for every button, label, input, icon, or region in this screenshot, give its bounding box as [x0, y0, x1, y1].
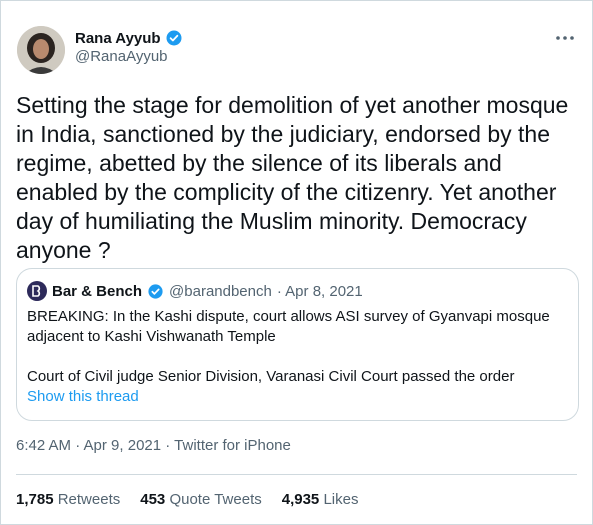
likes-label: Likes: [323, 491, 359, 508]
author-handle[interactable]: @RanaAyyub: [75, 48, 168, 65]
quote-tweets-stat[interactable]: 453 Quote Tweets: [140, 491, 261, 508]
likes-stat[interactable]: 4,935 Likes: [282, 491, 359, 508]
likes-count: 4,935: [281, 491, 320, 508]
quote-tweets-count: 453: [140, 491, 166, 508]
quoted-text-line-2: Court of Civil judge Senior Division, Va…: [27, 368, 515, 385]
quoted-text-line-1: BREAKING: In the Kashi dispute, court al…: [27, 308, 550, 345]
retweets-count: 1,785: [16, 491, 54, 508]
engagement-stats: 1,785 Retweets 453 Quote Tweets 4,935 Li…: [16, 491, 358, 508]
quoted-tweet-text: BREAKING: In the Kashi dispute, court al…: [27, 307, 567, 387]
bar-and-bench-logo-icon: [32, 285, 41, 297]
verified-badge-icon: [165, 29, 183, 47]
quoted-author-name: Bar & Bench: [52, 282, 143, 300]
quote-tweets-label: Quote Tweets: [169, 491, 262, 508]
quoted-author-avatar: [27, 281, 47, 301]
author-avatar[interactable]: [17, 26, 65, 74]
author-name-row: Rana Ayyub: [75, 29, 183, 47]
quoted-tweet-date: · Apr 8, 2021: [276, 282, 363, 300]
more-options-icon[interactable]: [554, 31, 576, 45]
quoted-author-handle: @barandbench: [169, 282, 272, 300]
quoted-tweet-header: Bar & Bench @barandbench · Apr 8, 2021: [27, 281, 363, 301]
tweet-text: Setting the stage for demolition of yet …: [16, 92, 569, 263]
divider: [16, 474, 577, 475]
tweet-timestamp[interactable]: 6:42 AM · Apr 9, 2021 · Twitter for iPho…: [16, 437, 291, 454]
retweets-label: Retweets: [57, 491, 121, 508]
show-thread-link[interactable]: Show this thread: [27, 388, 139, 405]
author-name[interactable]: Rana Ayyub: [75, 30, 161, 47]
quoted-verified-badge-icon: [147, 283, 164, 300]
profile-photo-icon: [17, 26, 65, 74]
tweet-card: Rana Ayyub @RanaAyyub Setting the stage …: [0, 0, 593, 525]
retweets-stat[interactable]: 1,785 Retweets: [16, 491, 120, 508]
quoted-tweet[interactable]: Bar & Bench @barandbench · Apr 8, 2021 B…: [16, 268, 579, 421]
